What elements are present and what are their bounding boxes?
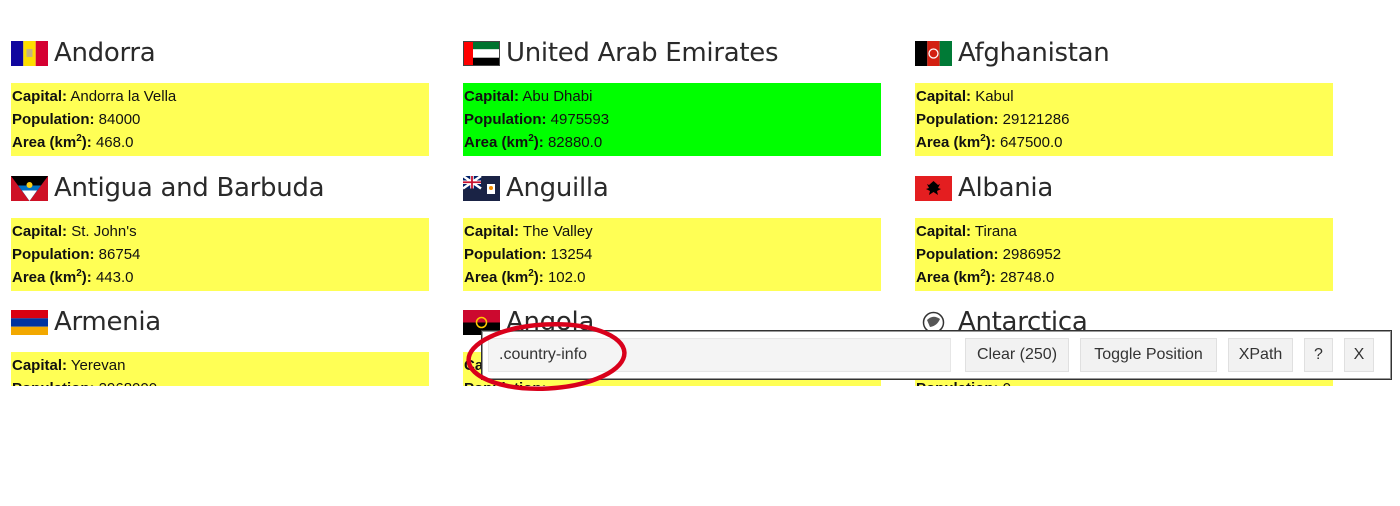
afghanistan-flag-icon <box>915 40 952 66</box>
population-value: 13254 <box>550 246 593 263</box>
country-name: United Arab Emirates <box>506 38 779 68</box>
area-value: 102.0 <box>547 269 586 286</box>
population-value: 84000 <box>98 111 141 128</box>
help-button[interactable]: ? <box>1304 338 1333 372</box>
population-value: 29121286 <box>1002 111 1070 128</box>
country-card: Afghanistan Capital: Kabul Population: 2… <box>915 37 1333 156</box>
clear-button[interactable]: Clear (250) <box>965 338 1069 372</box>
albania-flag-icon <box>915 175 952 201</box>
selector-toolbar: Clear (250) Toggle Position XPath ? X <box>481 330 1392 380</box>
country-info[interactable]: Capital: Tirana Population: 2986952 Area… <box>915 218 1333 291</box>
country-card: United Arab Emirates Capital: Abu Dhabi … <box>463 37 881 156</box>
area-value: 647500.0 <box>999 134 1063 151</box>
xpath-button[interactable]: XPath <box>1228 338 1293 372</box>
country-card: Albania Capital: Tirana Population: 2986… <box>915 172 1333 291</box>
andorra-flag-icon <box>11 40 48 66</box>
population-value: 2968000 <box>99 380 157 386</box>
country-name: Antigua and Barbuda <box>54 173 325 203</box>
area-value: 28748.0 <box>999 269 1055 286</box>
country-card: Armenia Capital: Yerevan Population: 296… <box>11 306 429 386</box>
uae-flag-icon <box>463 40 500 66</box>
anguilla-flag-icon <box>463 175 500 201</box>
capital-value: Yerevan <box>70 357 126 374</box>
country-info-selected[interactable]: Capital: Abu Dhabi Population: 4975593 A… <box>463 83 881 156</box>
country-name: Andorra <box>54 38 156 68</box>
capital-value: St. John's <box>71 223 137 240</box>
close-button[interactable]: X <box>1344 338 1374 372</box>
country-name: Armenia <box>54 307 161 337</box>
country-info[interactable]: Capital: The Valley Population: 13254 Ar… <box>463 218 881 291</box>
country-name: Afghanistan <box>958 38 1110 68</box>
country-card: Anguilla Capital: The Valley Population:… <box>463 172 881 291</box>
population-value: 86754 <box>98 246 141 263</box>
country-info[interactable]: Capital: Kabul Population: 29121286 Area… <box>915 83 1333 156</box>
area-value: 443.0 <box>95 269 134 286</box>
population-value: 2986952 <box>1002 246 1062 263</box>
country-info[interactable]: Capital: St. John's Population: 86754 Ar… <box>11 218 429 291</box>
capital-value: Kabul <box>975 88 1014 105</box>
population-value: 4975593 <box>550 111 610 128</box>
selector-input[interactable] <box>488 338 951 372</box>
area-value: 468.0 <box>95 134 134 151</box>
country-card: Andorra Capital: Andorra la Vella Popula… <box>11 37 429 156</box>
antigua-flag-icon <box>11 175 48 201</box>
capital-value: Tirana <box>974 223 1017 240</box>
capital-value: Abu Dhabi <box>522 88 593 105</box>
capital-value: The Valley <box>522 223 593 240</box>
country-info[interactable]: Capital: Yerevan Population: 2968000 <box>11 352 429 386</box>
area-value: 82880.0 <box>547 134 603 151</box>
armenia-flag-icon <box>11 309 48 335</box>
country-info[interactable]: Capital: Andorra la Vella Population: 84… <box>11 83 429 156</box>
toggle-position-button[interactable]: Toggle Position <box>1080 338 1217 372</box>
capital-value: Andorra la Vella <box>70 88 177 105</box>
population-value: 0 <box>1003 380 1011 386</box>
country-name: Anguilla <box>506 173 609 203</box>
country-card: Antigua and Barbuda Capital: St. John's … <box>11 172 429 291</box>
country-name: Albania <box>958 173 1053 203</box>
